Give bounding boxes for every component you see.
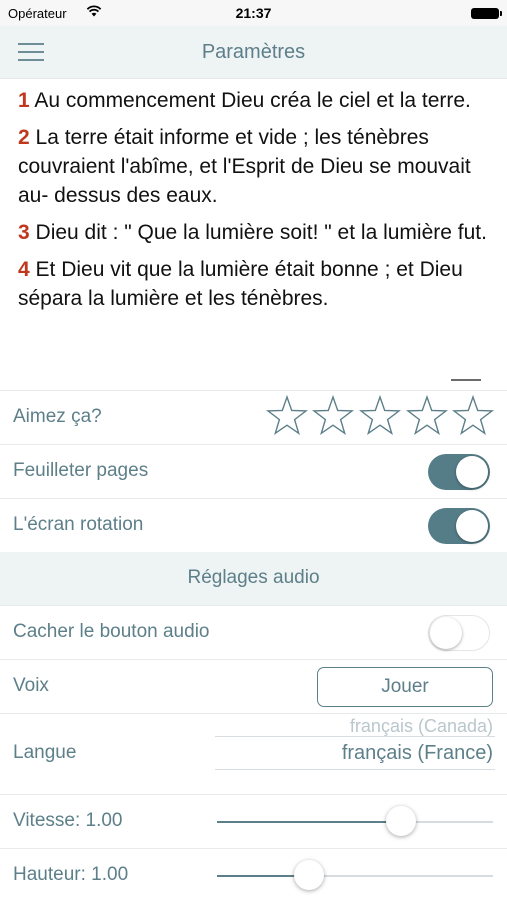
clock: 21:37 — [235, 5, 272, 21]
star-icon[interactable] — [452, 395, 494, 437]
verse-text: Dieu dit : " Que la lumière soit! " et l… — [35, 221, 487, 244]
verse: 3 Dieu dit : " Que la lumière soit! " et… — [18, 218, 488, 247]
page-flip-toggle[interactable] — [428, 454, 490, 490]
screen-rotation-row: L'écran rotation — [0, 498, 507, 552]
play-button[interactable]: Jouer — [317, 667, 493, 707]
page-flip-row: Feuilleter pages — [0, 444, 507, 498]
verse-preview: 1 Au commencement Dieu créa le ciel et l… — [18, 86, 488, 321]
screen-rotation-label: L'écran rotation — [13, 514, 144, 535]
picker-divider — [215, 769, 495, 770]
hide-audio-button-row: Cacher le bouton audio — [0, 605, 507, 659]
slider-fill — [217, 821, 401, 823]
speed-row: Vitesse: 1.00 — [0, 794, 507, 848]
nav-bar: Paramètres — [0, 26, 507, 79]
star-icon[interactable] — [266, 395, 308, 437]
language-label: Langue — [13, 742, 77, 763]
toggle-knob — [456, 510, 488, 542]
speed-slider[interactable] — [217, 795, 493, 848]
verse: 1 Au commencement Dieu créa le ciel et l… — [18, 86, 488, 115]
verse-text: Au commencement Dieu créa le ciel et la … — [34, 89, 471, 112]
status-bar: Opérateur 21:37 — [0, 0, 507, 26]
language-row: Langue français (Canada) français (Franc… — [0, 713, 507, 794]
verse-text: La terre était informe et vide ; les tén… — [18, 126, 471, 207]
pitch-slider[interactable] — [217, 849, 493, 902]
battery-icon — [471, 8, 502, 19]
scroll-indicator — [451, 379, 481, 381]
slider-thumb[interactable] — [386, 806, 416, 836]
language-option-selected[interactable]: français (France) — [342, 742, 493, 765]
voice-label: Voix — [13, 675, 49, 696]
star-rating — [266, 395, 496, 439]
verse: 4 Et Dieu vit que la lumière était bonne… — [18, 255, 488, 313]
verse-number: 1 — [18, 89, 30, 112]
toggle-knob — [430, 617, 462, 649]
star-icon[interactable] — [312, 395, 354, 437]
page-title: Paramètres — [201, 41, 306, 63]
rating-row: Aimez ça? — [0, 390, 507, 444]
page-flip-label: Feuilleter pages — [13, 460, 149, 481]
audio-section-title: Réglages audio — [187, 567, 320, 588]
star-icon[interactable] — [359, 395, 401, 437]
rating-label: Aimez ça? — [13, 406, 102, 427]
verse-number: 4 — [18, 258, 30, 281]
star-icon[interactable] — [406, 395, 448, 437]
language-option[interactable]: français (Canada) — [350, 716, 493, 737]
screen-rotation-toggle[interactable] — [428, 508, 490, 544]
hide-audio-button-label: Cacher le bouton audio — [13, 621, 210, 642]
toggle-knob — [456, 456, 488, 488]
speed-label: Vitesse: 1.00 — [13, 810, 123, 831]
language-picker[interactable]: français (Canada) français (France) — [215, 714, 495, 794]
voice-row: Voix Jouer — [0, 659, 507, 713]
pitch-row: Hauteur: 1.00 — [0, 848, 507, 902]
pitch-label: Hauteur: 1.00 — [13, 864, 129, 885]
slider-thumb[interactable] — [294, 860, 324, 890]
verse-text: Et Dieu vit que la lumière était bonne ;… — [18, 258, 463, 310]
picker-divider — [215, 736, 495, 737]
hide-audio-button-toggle[interactable] — [428, 615, 490, 651]
verse: 2 La terre était informe et vide ; les t… — [18, 123, 488, 210]
verse-number: 3 — [18, 221, 30, 244]
audio-section-header: Réglages audio — [0, 552, 507, 605]
verse-number: 2 — [18, 126, 30, 149]
